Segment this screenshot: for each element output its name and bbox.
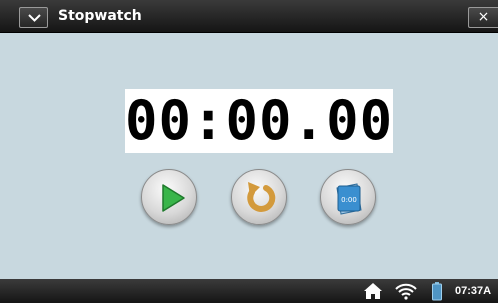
status-clock[interactable]: 07:37A [455,284,491,298]
app-title: Stopwatch [58,8,142,24]
stopwatch-panel: 00:00.00 0:00 [0,33,498,279]
battery-icon[interactable] [431,282,443,301]
reset-button[interactable] [231,169,287,225]
lap-button[interactable]: 0:00 [320,169,376,225]
lap-icon-label: 0:00 [341,196,357,204]
menu-button[interactable] [19,7,48,28]
reset-icon [247,182,276,212]
wifi-icon[interactable] [394,282,418,300]
close-button[interactable]: × [468,7,498,28]
time-display: 00:00.00 [125,89,394,153]
play-icon [162,184,185,212]
home-icon[interactable] [363,282,383,300]
status-bar: 07:37A [0,279,498,303]
start-button[interactable] [141,169,197,225]
chevron-down-icon [28,14,41,22]
title-bar: Stopwatch × [0,0,498,33]
